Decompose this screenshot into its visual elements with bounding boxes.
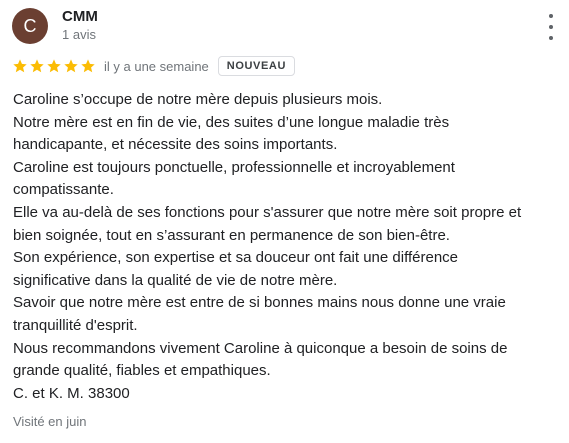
review-line: tranquillité d'esprit. [13, 316, 138, 334]
review-line: Caroline s’occupe de notre mère depuis p… [13, 91, 383, 108]
star-icon [47, 59, 61, 73]
visit-date: Visité en juin [13, 414, 87, 429]
review-line: C. et K. M. 38300 [13, 384, 130, 402]
review-line: compatissante. [13, 181, 114, 199]
reviewer-name[interactable]: CMM [62, 8, 98, 25]
rating-row: il y a une semaine NOUVEAU [12, 55, 295, 77]
review-line: Notre mère est en fin de vie, des suites… [13, 113, 450, 131]
star-rating [12, 58, 96, 74]
star-icon [81, 59, 95, 73]
more-options-icon[interactable] [541, 14, 561, 40]
star-icon [13, 59, 27, 73]
review-line: Savoir que notre mère est entre de si bo… [13, 294, 506, 312]
new-badge: NOUVEAU [217, 56, 295, 76]
avatar-initial: C [23, 15, 37, 36]
review-line: Nous recommandons vivement Caroline à qu… [13, 339, 508, 357]
review-line: handicapante, et nécessite des soins imp… [13, 136, 338, 154]
review-line: Elle va au-delà de ses fonctions pour s'… [13, 203, 522, 221]
review-line: bien soignée, tout en s’assurant en perm… [13, 226, 450, 244]
review-line: Son expérience, son expertise et sa douc… [13, 249, 459, 267]
review-text: Caroline s’occupe de notre mère depuis p… [13, 89, 561, 405]
star-icon [64, 59, 78, 73]
star-icon [30, 59, 44, 73]
review-count: 1 avis [62, 27, 96, 42]
avatar[interactable]: C [12, 8, 48, 44]
review-line: grande qualité, fiables et empathiques. [13, 362, 271, 380]
review-time: il y a une semaine [104, 58, 209, 74]
review-line: Caroline est toujours ponctuelle, profes… [13, 158, 455, 176]
review-line: significative dans la qualité de vie de … [13, 271, 338, 289]
